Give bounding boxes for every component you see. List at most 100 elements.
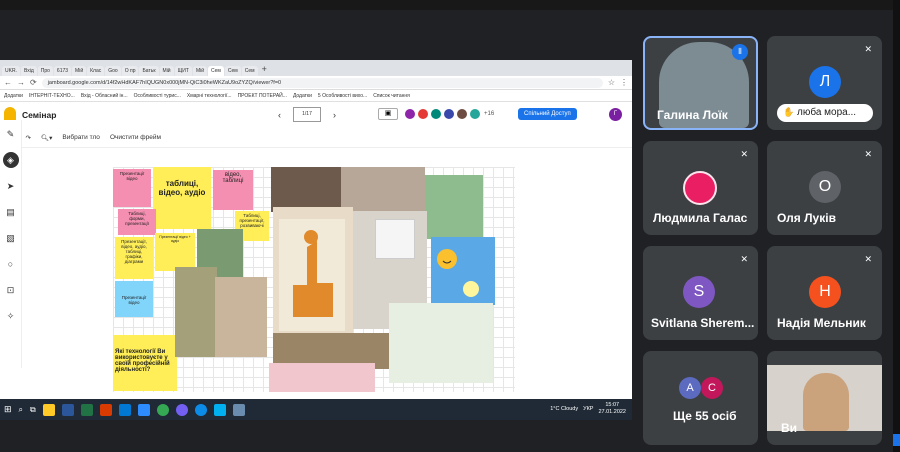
collage-photo[interactable] <box>175 267 217 357</box>
menu-icon[interactable]: ⋮ <box>620 78 628 87</box>
participant-tile[interactable]: ⦀ Галина Лоїк <box>643 36 758 130</box>
jamboard-toolbar: ↶ ↷ 🔍︎▾ Вибрати тло Очистити фрейм <box>0 128 632 148</box>
language-indicator[interactable]: УКР <box>583 406 593 412</box>
avatar <box>430 108 442 120</box>
mail-icon[interactable] <box>118 403 131 416</box>
select-icon[interactable]: ➤ <box>3 178 19 194</box>
jam-canvas[interactable]: Презентації відео таблиці, відео, аудіо … <box>113 167 515 392</box>
clock[interactable]: 15:07 27.01.2022 <box>598 402 626 416</box>
browser-tab[interactable]: О пр <box>121 66 139 76</box>
top-bar <box>0 0 900 10</box>
browser-tab[interactable]: Мій <box>192 66 208 76</box>
bookmark[interactable]: Вхід - Обласний ін... <box>81 93 128 99</box>
bookmark[interactable]: Хмарні технології... <box>187 93 232 99</box>
browser-tab[interactable]: Мій <box>72 66 87 76</box>
collage-photo[interactable] <box>273 207 353 335</box>
eraser-icon[interactable]: ◈ <box>2 152 19 168</box>
frame-thumbnail[interactable]: 1/17 <box>293 107 321 122</box>
clear-frame-button[interactable]: Очистити фрейм <box>110 134 161 141</box>
browser-tab[interactable]: Goo <box>105 66 121 76</box>
image-icon[interactable]: ▧ <box>3 230 19 246</box>
edge-icon[interactable] <box>194 403 207 416</box>
browser-tab-active[interactable]: Сем <box>208 66 224 76</box>
chrome-icon[interactable] <box>156 403 169 416</box>
text-box-icon[interactable]: ⊡ <box>3 282 19 298</box>
windows-start-icon[interactable]: ⊞ <box>4 404 12 415</box>
collage-photo[interactable] <box>375 219 415 259</box>
participant-tile[interactable]: ✕ Людмила Галас <box>643 141 758 235</box>
collage-photo[interactable] <box>271 167 341 212</box>
redo-icon[interactable]: ↷ <box>25 134 30 142</box>
sticky-note[interactable]: Презентації відео + аудіо <box>155 233 195 271</box>
set-background-button[interactable]: Вибрати тло <box>62 134 100 141</box>
url-field[interactable]: jamboard.google.com/d/14f2wHdKAF7hIQUGN0… <box>41 77 603 88</box>
sticky-note[interactable]: відео, таблиці <box>213 170 253 210</box>
star-icon[interactable]: ☆ <box>608 78 615 87</box>
excel-icon[interactable] <box>80 403 93 416</box>
sticky-note[interactable]: Таблиці, форми, презентації <box>118 209 156 235</box>
browser-tab[interactable]: Мій <box>159 66 174 76</box>
user-avatar[interactable]: Г <box>609 108 622 121</box>
participant-tile[interactable]: ✕ S Svitlana Sherem... <box>643 246 758 340</box>
zoom-icon[interactable]: 🔍︎▾ <box>41 134 53 142</box>
task-view-icon[interactable]: ⧉ <box>30 405 36 415</box>
bookmark[interactable]: ПРОЕКТ ПОТЕРАЙ... <box>238 93 287 99</box>
self-tile[interactable]: Ви <box>767 351 882 445</box>
outlook-icon[interactable] <box>213 403 226 416</box>
collage-photo[interactable] <box>389 303 493 383</box>
browser-tabs: UKR. Вхід Про 6173 Мій Клас Goo О пр Бат… <box>0 60 632 76</box>
bookmark[interactable]: Додатки <box>293 93 312 99</box>
bookmark[interactable]: Список читання <box>373 93 410 99</box>
more-participants-tile[interactable]: А С Ще 55 осіб <box>643 351 758 445</box>
collage-photo[interactable] <box>431 237 495 305</box>
participant-tile[interactable]: ✕ Н Надія Мельник <box>767 246 882 340</box>
windows-taskbar: ⊞ ⌕ ⧉ 1°C Cloudy УКР 15:07 27.01.2022 <box>0 399 632 420</box>
new-tab-icon[interactable]: + <box>259 62 270 76</box>
browser-tab[interactable]: UKR. <box>2 66 20 76</box>
bookmark[interactable]: Особливості турис... <box>134 93 181 99</box>
circle-icon[interactable]: ○ <box>3 256 19 272</box>
sticky-note[interactable]: Презентації відео <box>113 169 151 207</box>
present-icon[interactable]: ▣ <box>378 108 398 120</box>
browser-tab[interactable]: Клас <box>87 66 105 76</box>
browser-tab[interactable]: ЩИТ <box>174 66 192 76</box>
sticky-note[interactable]: таблиці, відео, аудіо <box>153 167 211 229</box>
viber-icon[interactable] <box>175 403 188 416</box>
bookmark[interactable]: ІНТЕРНІТ-ТЕХНО... <box>29 93 75 99</box>
sticky-note[interactable]: Презентації відео <box>115 281 153 317</box>
browser-tab[interactable]: Вхід <box>20 66 37 76</box>
pen-icon[interactable]: ✎ <box>3 126 19 142</box>
bookmark[interactable]: 5 Особливості вихо... <box>318 93 367 99</box>
share-button[interactable]: Спільний Доступ <box>518 108 577 120</box>
browser-tab[interactable]: Сем <box>241 66 258 76</box>
next-frame-icon[interactable]: › <box>333 110 336 120</box>
collage-photo[interactable] <box>425 175 483 239</box>
office-icon[interactable] <box>99 403 112 416</box>
app-icon[interactable] <box>232 403 245 416</box>
forward-icon[interactable]: → <box>17 78 25 87</box>
reload-icon[interactable]: ⟳ <box>30 78 37 87</box>
explorer-icon[interactable] <box>42 403 55 416</box>
browser-tab[interactable]: 6173 <box>53 66 72 76</box>
search-icon[interactable]: ⌕ <box>19 405 23 415</box>
weather-text[interactable]: 1°C Cloudy <box>550 406 578 412</box>
participant-tile[interactable]: ✕ Л люба мора... ✋ <box>767 36 882 130</box>
participant-tile[interactable]: ✕ О Оля Луків <box>767 141 882 235</box>
sticky-note[interactable]: Презентації, відео, аудіо, таблиці, граф… <box>115 237 153 279</box>
participant-name: Оля Луків <box>777 211 836 225</box>
bookmark[interactable]: Додатки <box>4 93 23 99</box>
back-icon[interactable]: ← <box>4 78 12 87</box>
laser-icon[interactable]: ✧ <box>3 308 19 324</box>
browser-tab[interactable]: Сем <box>224 66 241 76</box>
zoom-app-icon[interactable] <box>137 403 150 416</box>
sticky-note[interactable]: Які технології Ви використовуєте у своїй… <box>113 335 177 391</box>
collage-photo[interactable] <box>269 363 375 392</box>
prev-frame-icon[interactable]: ‹ <box>278 110 281 120</box>
avatar <box>456 108 468 120</box>
sticky-note-icon[interactable]: ▤ <box>3 204 19 220</box>
board-title[interactable]: Семінар <box>22 110 56 120</box>
browser-tab[interactable]: Про <box>37 66 53 76</box>
browser-tab[interactable]: Батьк <box>139 66 159 76</box>
word-icon[interactable] <box>61 403 74 416</box>
collage-photo[interactable] <box>215 277 267 357</box>
